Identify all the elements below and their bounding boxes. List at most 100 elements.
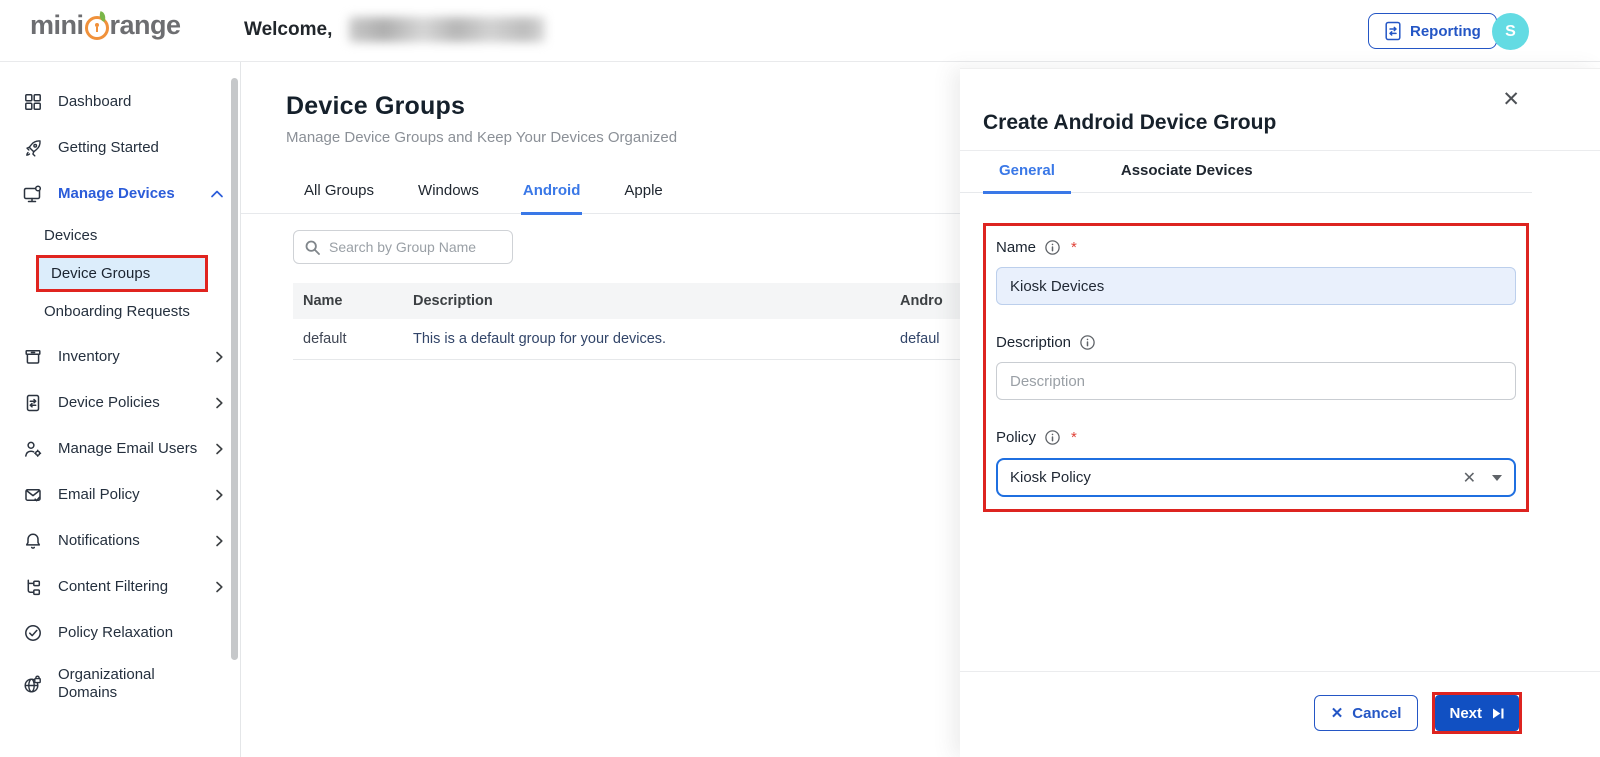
sidebar-item-getting-started[interactable]: Getting Started — [0, 125, 240, 171]
footer-divider — [960, 671, 1600, 672]
page-title: Device Groups — [286, 92, 960, 121]
group-name-input[interactable] — [996, 267, 1516, 305]
info-icon[interactable] — [1044, 429, 1061, 446]
clear-selection-icon[interactable]: ✕ — [1463, 468, 1476, 488]
sidebar-item-label: Organizational Domains — [58, 666, 178, 702]
monitor-icon — [22, 184, 43, 205]
sidebar-item-email-policy[interactable]: Email Policy — [0, 472, 240, 518]
create-android-device-group-drawer: ✕ Create Android Device Group General As… — [960, 68, 1600, 757]
sidebar-item-label: Inventory — [58, 348, 120, 366]
name-field-label-row: Name * — [996, 236, 1516, 258]
policy-select-value: Kiosk Policy — [1010, 469, 1463, 486]
sidebar-item-label: Device Policies — [58, 394, 160, 412]
miniorange-logo: mini range — [30, 10, 181, 41]
chevron-down-icon[interactable] — [1492, 475, 1502, 481]
avatar-initial: S — [1505, 23, 1516, 41]
info-icon[interactable] — [1044, 239, 1061, 256]
close-icon[interactable]: ✕ — [1502, 89, 1520, 110]
sitemap-icon — [22, 577, 43, 598]
required-asterisk: * — [1071, 429, 1077, 446]
sidebar-item-devices[interactable]: Devices — [0, 219, 240, 252]
bell-icon — [22, 531, 43, 552]
policy-select[interactable]: Kiosk Policy ✕ — [996, 458, 1516, 497]
orange-ring-icon — [85, 16, 109, 40]
chevron-right-icon — [215, 534, 224, 548]
tab-windows[interactable]: Windows — [416, 173, 481, 215]
cell-group-description: This is a default group for your devices… — [413, 331, 900, 347]
sidebar-item-inventory[interactable]: Inventory — [0, 334, 240, 380]
info-icon[interactable] — [1079, 334, 1096, 351]
mail-check-icon — [22, 485, 43, 506]
tab-associate-devices[interactable]: Associate Devices — [1105, 151, 1269, 194]
description-label: Description — [996, 334, 1071, 351]
globe-lock-icon — [22, 674, 43, 695]
search-input[interactable] — [329, 239, 489, 255]
cancel-button-label: Cancel — [1352, 705, 1401, 722]
chevron-right-icon — [215, 442, 224, 456]
sidebar-item-device-policies[interactable]: Device Policies — [0, 380, 240, 426]
cancel-button[interactable]: ✕ Cancel — [1314, 695, 1419, 731]
cancel-x-icon: ✕ — [1331, 704, 1344, 722]
sidebar-nav: Dashboard Getting Started Manage Devices — [0, 62, 241, 757]
sidebar-item-dashboard[interactable]: Dashboard — [0, 79, 240, 125]
tab-general[interactable]: General — [983, 151, 1071, 194]
search-icon — [304, 239, 321, 256]
check-circle-icon — [22, 623, 43, 644]
sidebar-item-content-filtering[interactable]: Content Filtering — [0, 564, 240, 610]
sidebar-item-label: Device Groups — [51, 265, 150, 282]
required-asterisk: * — [1071, 239, 1077, 256]
next-button-annotation-box: Next — [1435, 695, 1519, 731]
sidebar-item-label: Notifications — [58, 532, 140, 550]
sidebar-item-label: Manage Email Users — [58, 440, 197, 458]
sidebar-item-manage-email-users[interactable]: Manage Email Users — [0, 426, 240, 472]
sidebar-scrollbar-thumb[interactable] — [231, 78, 238, 660]
platform-tabs: All Groups Windows Android Apple — [241, 173, 960, 214]
sidebar-item-notifications[interactable]: Notifications — [0, 518, 240, 564]
drawer-tabs: General Associate Devices — [960, 151, 1532, 193]
user-avatar[interactable]: S — [1492, 13, 1529, 50]
sidebar-item-label: Onboarding Requests — [44, 303, 190, 320]
tab-all-groups[interactable]: All Groups — [302, 173, 376, 215]
chevron-right-icon — [215, 350, 224, 364]
tab-android[interactable]: Android — [521, 173, 583, 215]
skip-next-icon — [1491, 707, 1505, 720]
device-groups-page: Device Groups Manage Device Groups and K… — [241, 62, 960, 757]
sidebar-item-policy-relaxation[interactable]: Policy Relaxation — [0, 610, 240, 656]
report-document-icon — [1384, 21, 1402, 41]
sidebar-item-device-groups[interactable]: Device Groups — [36, 255, 208, 292]
cell-group-name: default — [293, 331, 413, 347]
manage-devices-submenu: Devices Device Groups Onboarding Request… — [0, 219, 240, 328]
user-gear-icon — [22, 439, 43, 460]
rocket-icon — [22, 138, 43, 159]
redacted-username — [349, 17, 545, 42]
top-header: minirange Welcome, Reporting S — [0, 0, 1600, 62]
reporting-button-label: Reporting — [1410, 23, 1481, 40]
sidebar-item-label: Policy Relaxation — [58, 624, 173, 642]
group-search-box — [293, 230, 513, 264]
drawer-title: Create Android Device Group — [983, 111, 1600, 135]
next-button[interactable]: Next — [1435, 695, 1519, 731]
chevron-right-icon — [215, 580, 224, 594]
policy-label: Policy — [996, 429, 1036, 446]
chevron-up-icon — [210, 189, 224, 199]
page-subtitle: Manage Device Groups and Keep Your Devic… — [286, 129, 960, 146]
sidebar-item-manage-devices[interactable]: Manage Devices — [0, 171, 240, 217]
sidebar-item-label: Content Filtering — [58, 578, 168, 596]
sidebar-item-label: Email Policy — [58, 486, 140, 504]
logo-text-right: range — [110, 10, 181, 41]
sidebar-item-label: Dashboard — [58, 93, 131, 111]
group-description-input[interactable] — [996, 362, 1516, 400]
sidebar-item-onboarding-requests[interactable]: Onboarding Requests — [0, 295, 240, 328]
form-annotation-box: Name * Description Policy — [983, 223, 1529, 512]
chevron-right-icon — [215, 488, 224, 502]
sidebar-item-organizational-domains[interactable]: Organizational Domains — [0, 656, 240, 712]
drawer-footer: ✕ Cancel Next — [1314, 695, 1519, 731]
sidebar-item-label: Manage Devices — [58, 185, 175, 203]
policy-doc-icon — [22, 393, 43, 414]
logo-text-left: mini — [30, 10, 84, 41]
reporting-button[interactable]: Reporting — [1368, 13, 1497, 49]
description-field-label-row: Description — [996, 331, 1516, 353]
column-header-description: Description — [413, 293, 900, 309]
tab-apple[interactable]: Apple — [622, 173, 664, 215]
name-label: Name — [996, 239, 1036, 256]
